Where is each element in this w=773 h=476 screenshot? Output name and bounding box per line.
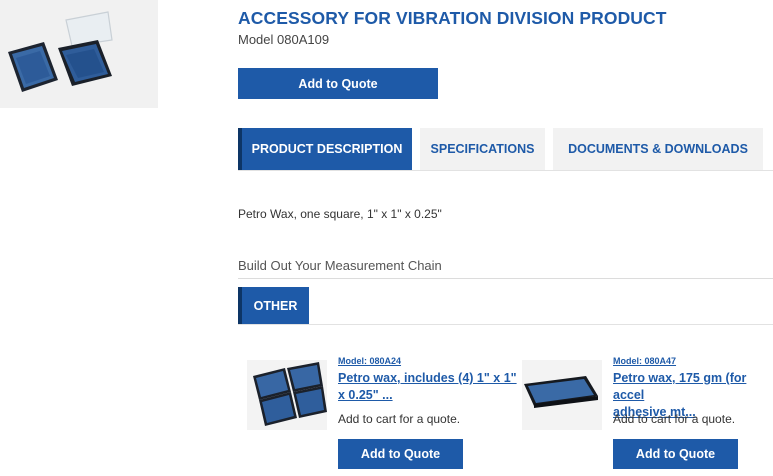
related-product-note: Add to cart for a quote. — [613, 412, 736, 426]
product-tabs: PRODUCT DESCRIPTION SPECIFICATIONS DOCUM… — [238, 128, 771, 170]
wax-boxes-photo-icon — [0, 0, 158, 108]
tab-specifications[interactable]: SPECIFICATIONS — [420, 128, 545, 170]
tab-documents-downloads[interactable]: DOCUMENTS & DOWNLOADS — [553, 128, 763, 170]
four-wax-boxes-photo-icon — [247, 360, 327, 430]
related-product-name-line1: Petro wax, includes (4) 1" x 1" — [338, 371, 517, 385]
measurement-chain-heading: Build Out Your Measurement Chain — [238, 258, 442, 273]
single-wax-box-photo-icon — [522, 360, 602, 430]
tab-other[interactable]: OTHER — [238, 287, 309, 324]
related-product-name-line2: x 0.25" ... — [338, 388, 393, 402]
related-product-note: Add to cart for a quote. — [338, 412, 461, 426]
related-product-image[interactable] — [247, 360, 327, 430]
related-product-name-line1: Petro wax, 175 gm (for accel — [613, 371, 747, 402]
chain-divider — [238, 278, 773, 279]
related-add-to-quote-button[interactable]: Add to Quote — [613, 439, 738, 469]
related-product-image[interactable] — [522, 360, 602, 430]
product-title: ACCESSORY FOR VIBRATION DIVISION PRODUCT — [238, 8, 667, 28]
related-product-name[interactable]: Petro wax, includes (4) 1" x 1" x 0.25" … — [338, 370, 517, 404]
tab-product-description[interactable]: PRODUCT DESCRIPTION — [238, 128, 412, 170]
related-add-to-quote-button[interactable]: Add to Quote — [338, 439, 463, 469]
product-model: Model 080A109 — [238, 32, 330, 47]
related-product-model[interactable]: Model: 080A24 — [338, 356, 401, 366]
product-description-text: Petro Wax, one square, 1" x 1" x 0.25" — [238, 207, 442, 221]
add-to-quote-button[interactable]: Add to Quote — [238, 68, 438, 99]
product-image — [0, 0, 158, 108]
related-product-model[interactable]: Model: 080A47 — [613, 356, 676, 366]
category-divider — [238, 324, 773, 325]
tabs-divider — [238, 170, 773, 171]
